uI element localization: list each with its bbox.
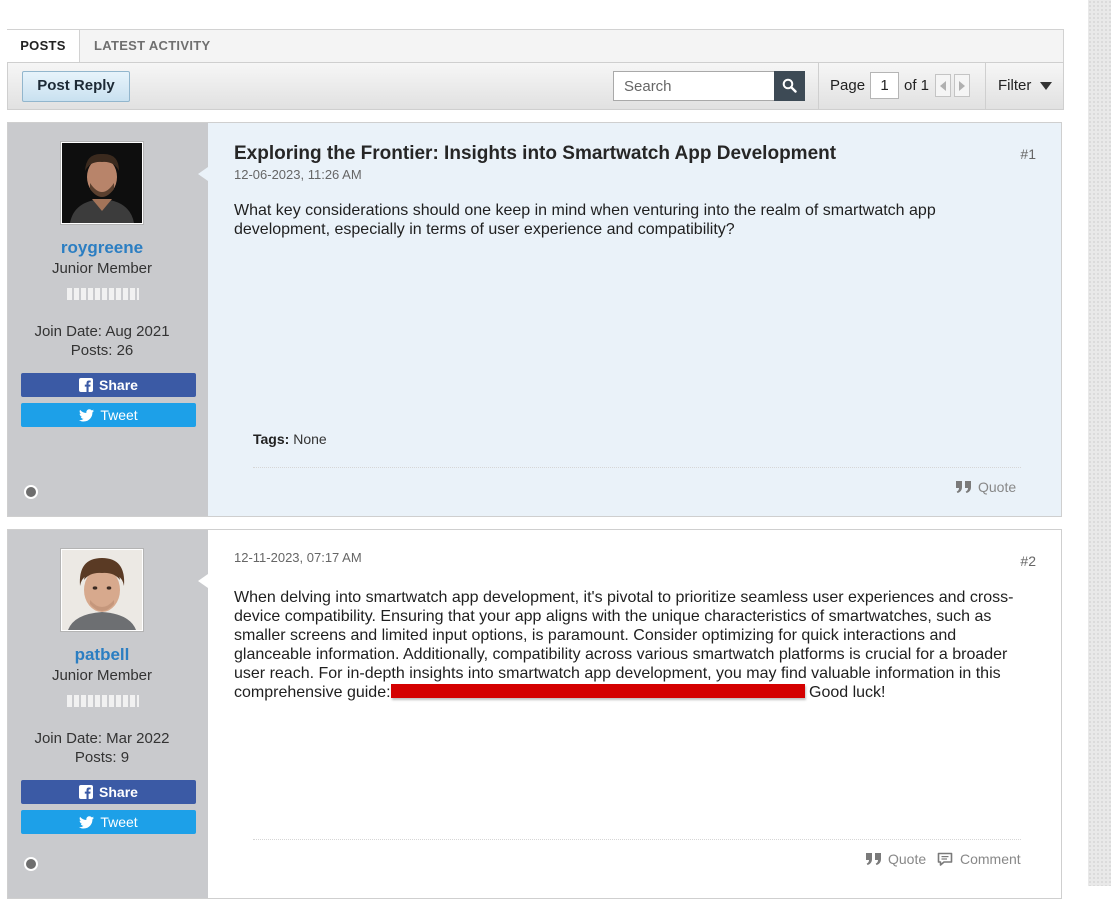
redacted-link	[390, 684, 805, 698]
tweet-label: Tweet	[100, 407, 138, 423]
user-rank: Junior Member	[51, 667, 153, 684]
twitter-icon	[79, 816, 95, 829]
arrow-left-icon	[940, 81, 946, 91]
facebook-share-button[interactable]: Share	[21, 780, 196, 804]
post-reply-button[interactable]: Post Reply	[22, 71, 130, 102]
tags-label: Tags:	[253, 431, 290, 447]
thread-toolbar: Post Reply Page 1 of 1 Filter	[7, 62, 1064, 110]
post-author-sidebar: roygreene Junior Member Join Date: Aug 2…	[8, 123, 208, 516]
post-date: 12-06-2023, 11:26 AM	[234, 167, 362, 182]
thread-tabs: POSTS LATEST ACTIVITY	[7, 29, 1064, 64]
avatar-image	[62, 550, 142, 630]
post-author-sidebar: patbell Junior Member Join Date: Mar 202…	[8, 530, 208, 898]
filter-dropdown[interactable]: Filter	[998, 63, 1052, 109]
filter-label: Filter	[998, 77, 1032, 94]
facebook-share-button[interactable]: Share	[21, 373, 196, 397]
online-status-icon	[24, 857, 38, 871]
comment-icon	[937, 852, 953, 866]
page-side-strip	[1088, 0, 1111, 886]
tab-latest-activity[interactable]: LATEST ACTIVITY	[94, 30, 210, 63]
online-status-icon	[24, 485, 38, 499]
quote-label: Quote	[888, 851, 927, 867]
quote-label: Quote	[978, 479, 1017, 495]
page-label: Page	[830, 77, 866, 94]
quote-icon	[866, 853, 881, 865]
quote-icon	[956, 481, 971, 493]
avatar[interactable]	[61, 549, 143, 631]
post-content: 12-11-2023, 07:17 AM #2 When delving int…	[198, 530, 1061, 898]
tab-posts[interactable]: POSTS	[7, 30, 80, 64]
post-date: 12-11-2023, 07:17 AM	[234, 550, 362, 565]
post-pointer	[198, 574, 208, 588]
tweet-label: Tweet	[100, 814, 138, 830]
post-body-closing: Good luck!	[809, 684, 886, 701]
share-label: Share	[99, 377, 138, 393]
post-body: What key considerations should one keep …	[234, 202, 936, 238]
search-input[interactable]	[614, 72, 774, 100]
search-button[interactable]	[774, 71, 805, 101]
facebook-icon	[79, 785, 94, 799]
join-date: Join Date: Aug 2021	[34, 323, 170, 340]
quote-button[interactable]: Quote	[865, 851, 926, 867]
reputation-bar	[67, 288, 139, 300]
post-2: patbell Junior Member Join Date: Mar 202…	[7, 529, 1062, 899]
post-number-link[interactable]: #2	[1020, 553, 1036, 569]
twitter-tweet-button[interactable]: Tweet	[21, 403, 196, 427]
comment-button[interactable]: Comment	[937, 851, 1021, 867]
post-1: roygreene Junior Member Join Date: Aug 2…	[7, 122, 1062, 517]
reputation-bar	[67, 695, 139, 707]
caret-down-icon	[1040, 82, 1052, 90]
next-page-button[interactable]	[954, 74, 970, 97]
post-author-username[interactable]: roygreene	[8, 238, 196, 258]
prev-page-button[interactable]	[935, 74, 951, 97]
search-icon	[782, 78, 797, 93]
comment-label: Comment	[960, 851, 1021, 867]
post-divider	[253, 839, 1021, 840]
arrow-right-icon	[959, 81, 965, 91]
search-box	[613, 71, 805, 101]
page-total: of 1	[904, 77, 930, 94]
post-tags: Tags: None	[253, 431, 327, 447]
user-rank: Junior Member	[51, 260, 153, 277]
twitter-icon	[79, 409, 95, 422]
post-author-username[interactable]: patbell	[8, 645, 196, 665]
join-date: Join Date: Mar 2022	[34, 730, 170, 747]
facebook-icon	[79, 378, 94, 392]
post-body: When delving into smartwatch app develop…	[234, 588, 1034, 702]
post-content: Exploring the Frontier: Insights into Sm…	[198, 123, 1061, 516]
post-count: Posts: 26	[70, 342, 134, 359]
post-pointer	[198, 167, 208, 181]
post-title: Exploring the Frontier: Insights into Sm…	[234, 143, 837, 164]
tags-value: None	[293, 431, 327, 447]
post-divider	[253, 467, 1021, 468]
avatar[interactable]	[61, 142, 143, 224]
avatar-image	[62, 143, 142, 223]
share-label: Share	[99, 784, 138, 800]
page-number-input[interactable]: 1	[870, 72, 899, 99]
post-number-link[interactable]: #1	[1020, 146, 1036, 162]
toolbar-divider	[818, 63, 819, 109]
post-count: Posts: 9	[74, 749, 130, 766]
quote-button[interactable]: Quote	[955, 479, 1016, 495]
toolbar-divider	[985, 63, 986, 109]
twitter-tweet-button[interactable]: Tweet	[21, 810, 196, 834]
